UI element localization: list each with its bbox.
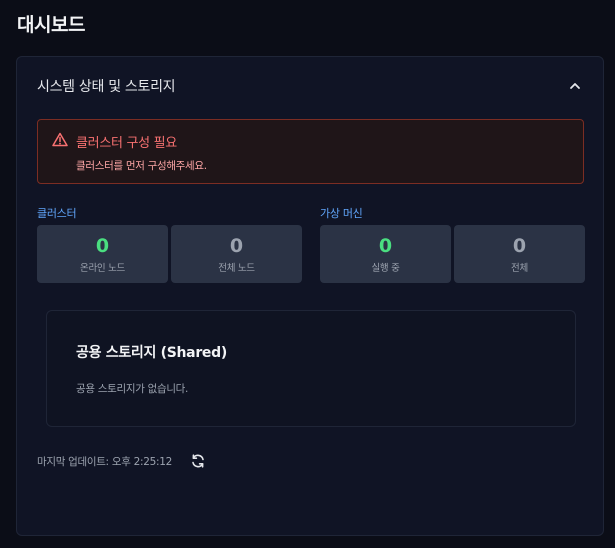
panel-header[interactable]: 시스템 상태 및 스토리지 — [17, 57, 603, 115]
chevron-up-icon[interactable] — [567, 78, 583, 94]
stat-running-vms: 0 실행 중 — [320, 225, 451, 283]
stat-label: 온라인 노드 — [80, 262, 125, 274]
storage-empty-message: 공용 스토리지가 없습니다. — [76, 383, 189, 395]
storage-title: 공용 스토리지 (Shared) — [76, 345, 227, 361]
stat-total-vms: 0 전체 — [454, 225, 585, 283]
system-status-panel: 시스템 상태 및 스토리지 클러스터 구성 필요 클러스터를 먼저 구성해주세요… — [16, 56, 604, 536]
shared-storage-card: 공용 스토리지 (Shared) 공용 스토리지가 없습니다. — [46, 310, 576, 427]
stat-value: 0 — [378, 234, 393, 257]
stat-label: 전체 노드 — [218, 262, 255, 274]
alert-title: 클러스터 구성 필요 — [76, 136, 177, 151]
last-updated-row: 마지막 업데이트: 오후 2:25:12 — [37, 453, 206, 469]
stat-online-nodes: 0 온라인 노드 — [37, 225, 168, 283]
panel-title: 시스템 상태 및 스토리지 — [37, 79, 176, 95]
stat-value: 0 — [512, 234, 527, 257]
stat-value: 0 — [229, 234, 244, 257]
stat-total-nodes: 0 전체 노드 — [171, 225, 302, 283]
stat-value: 0 — [95, 234, 110, 257]
warning-triangle-icon — [52, 132, 68, 151]
vm-section-label: 가상 머신 — [320, 207, 363, 220]
cluster-config-alert: 클러스터 구성 필요 클러스터를 먼저 구성해주세요. — [37, 119, 584, 184]
page-title: 대시보드 — [17, 14, 85, 36]
cluster-section-label: 클러스터 — [37, 207, 77, 220]
stat-label: 전체 — [511, 262, 528, 274]
refresh-icon[interactable] — [190, 453, 206, 469]
stat-label: 실행 중 — [371, 262, 400, 274]
alert-message: 클러스터를 먼저 구성해주세요. — [76, 160, 207, 172]
last-updated-text: 마지막 업데이트: 오후 2:25:12 — [37, 455, 172, 468]
